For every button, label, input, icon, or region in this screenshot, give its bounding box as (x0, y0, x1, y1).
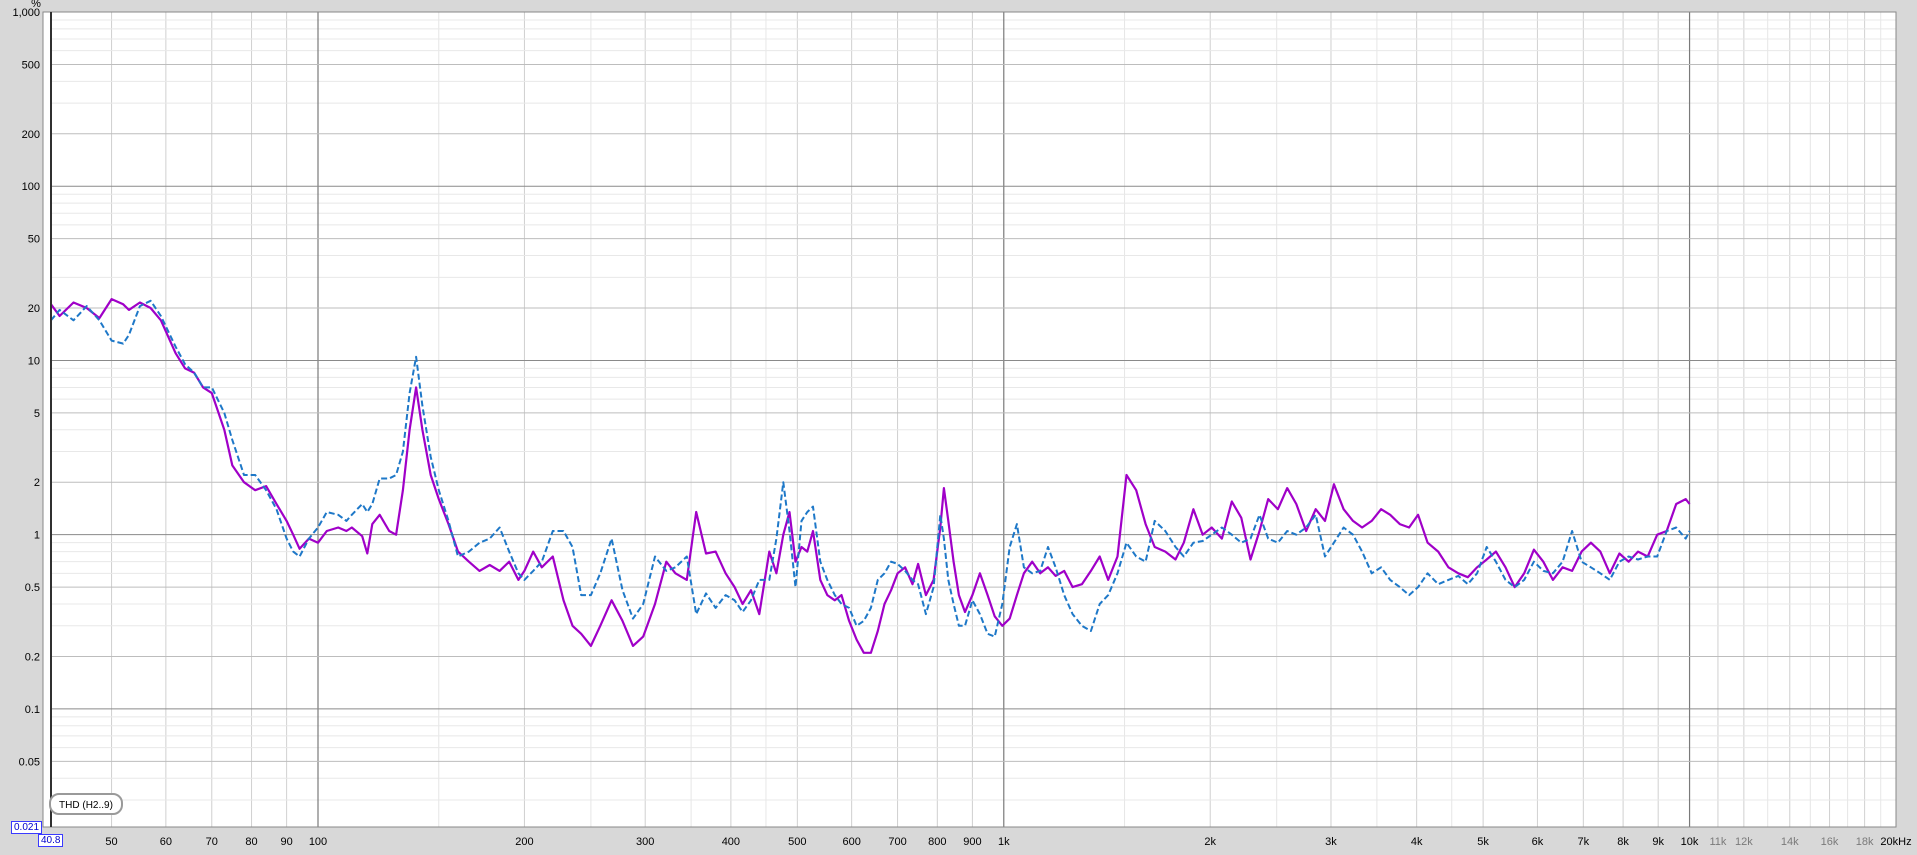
x-tick-label: 100 (309, 836, 327, 848)
x-tick-label: 7k (1578, 836, 1590, 848)
x-tick-label: 20kHz (1880, 836, 1911, 848)
x-tick-label: 11k (1709, 836, 1726, 848)
x-tick-label: 70 (206, 836, 218, 848)
y-tick-labels: 1,000 500 200 100 50 20 10 5 2 1 0.5 0.2 0.1 0.05 (12, 7, 40, 768)
y-tick-label: 200 (22, 129, 40, 141)
x-tick-label: 3k (1325, 836, 1337, 848)
y-tick-label: 1,000 (12, 7, 40, 19)
y-tick-label: 500 (22, 59, 40, 71)
x-tick-label: 600 (842, 836, 860, 848)
x-tick-label: 6k (1532, 836, 1544, 848)
y-tick-label: 0.2 (25, 651, 40, 663)
x-tick-label: 16k (1821, 836, 1839, 848)
x-tick-label: 90 (280, 836, 292, 848)
y-tick-label: 100 (22, 181, 40, 193)
x-tick-label: 300 (636, 836, 654, 848)
x-tick-label: 14k (1781, 836, 1799, 848)
y-tick-label: 0.1 (25, 704, 40, 716)
x-tick-label: 80 (245, 836, 257, 848)
x-tick-label: 18k (1856, 836, 1874, 848)
x-tick-label: 9k (1652, 836, 1664, 848)
x-tick-label: 10k (1681, 836, 1699, 848)
y-tick-label: 1 (34, 530, 40, 542)
x-tick-label: 500 (788, 836, 806, 848)
thd-chart: % 1,0005002001005020105210.50.20.10.05 5… (12, 0, 1911, 848)
x-tick-label: 60 (160, 836, 172, 848)
x-tick-label: 700 (888, 836, 906, 848)
y-tick-label: 0.5 (25, 582, 40, 594)
y-tick-label: 50 (28, 234, 40, 246)
x-tick-label: 2k (1204, 836, 1216, 848)
x-tick-label: 400 (722, 836, 740, 848)
x-tick-label: 1k (998, 836, 1010, 848)
y-tick-label: 20 (28, 303, 40, 315)
x-tick-label: 12k (1735, 836, 1753, 848)
x-min-readout: 40.8 (38, 834, 64, 847)
x-tick-labels: 50 60 70 80 90 100 200 300 400 500 600 700 800 900 1k 2… (105, 836, 1911, 848)
y-tick-label: 5 (34, 408, 40, 420)
legend-badge[interactable]: THD (H2..9) (49, 793, 123, 815)
x-tick-label: 4k (1411, 836, 1423, 848)
x-tick-label: 200 (515, 836, 533, 848)
y-tick-label: 10 (28, 355, 40, 367)
x-tick-label: 900 (963, 836, 981, 848)
y-min-readout: 0.021 (11, 821, 43, 834)
x-tick-label: 8k (1617, 836, 1629, 848)
y-tick-label: 2 (34, 477, 40, 489)
y-tick-label: 0.05 (19, 756, 40, 768)
x-tick-label: 800 (928, 836, 946, 848)
x-tick-label: 5k (1477, 836, 1489, 848)
x-tick-label: 50 (105, 836, 117, 848)
